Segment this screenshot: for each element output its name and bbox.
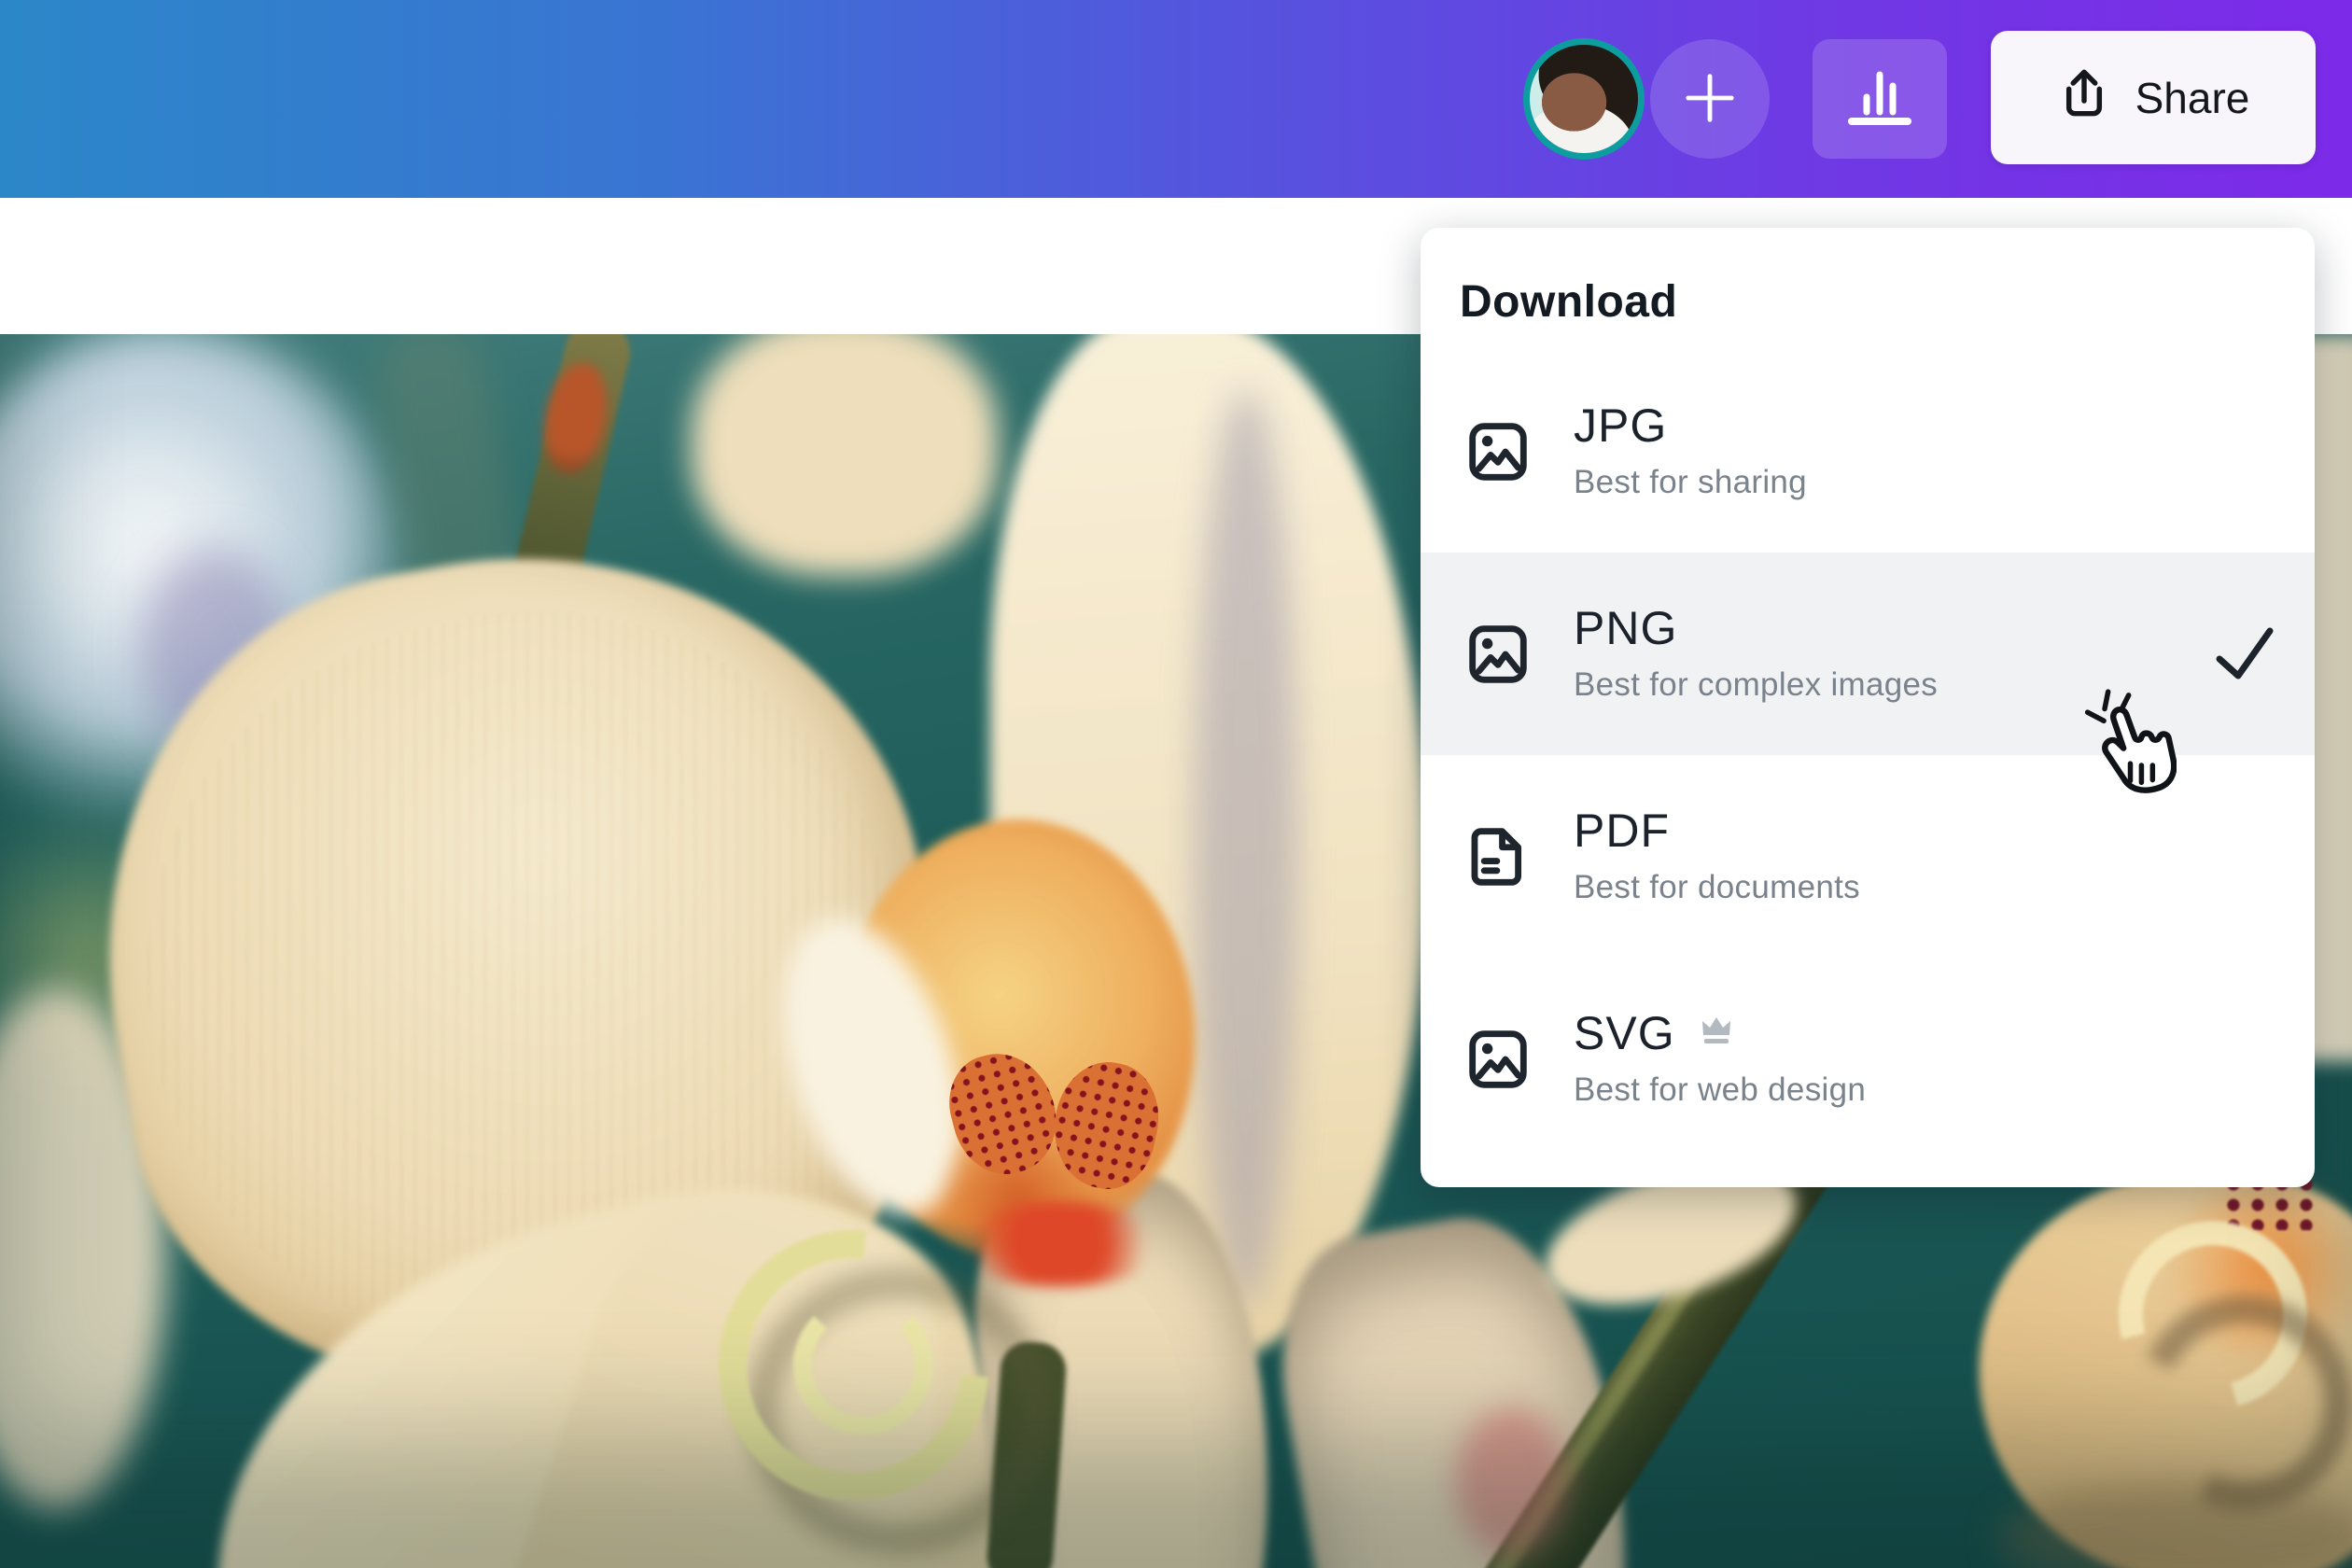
download-options: JPG Best for sharing PNG: [1421, 350, 2315, 1160]
photo-blob: [1259, 1197, 1672, 1568]
option-text: SVG Best for web design: [1574, 1009, 1866, 1109]
photo-blob: [0, 782, 205, 1137]
photo-blob: [959, 1161, 1298, 1568]
add-member-button[interactable]: [1650, 39, 1770, 159]
photo-blob: [537, 357, 615, 478]
photo-blob: [691, 334, 999, 577]
option-description: Best for sharing: [1574, 464, 1807, 501]
photo-blob: [0, 334, 411, 847]
photo-blob: [46, 493, 1001, 1463]
user-avatar[interactable]: [1523, 38, 1645, 160]
photo-blob: [938, 1042, 1069, 1185]
photo-blob: [91, 554, 953, 1401]
menu-option-png[interactable]: PNG Best for complex images: [1421, 553, 2315, 755]
option-text: JPG Best for sharing: [1574, 401, 1807, 501]
insights-button[interactable]: [1813, 39, 1947, 159]
option-text: PNG Best for complex images: [1574, 604, 1938, 704]
photo-blob: [2165, 1165, 2352, 1370]
option-description: Best for complex images: [1574, 666, 1938, 704]
menu-option-pdf[interactable]: PDF Best for documents: [1421, 755, 2315, 958]
photo-blob: [1456, 1407, 1568, 1557]
photo-blob: [1997, 1482, 2352, 1568]
menu-option-jpg[interactable]: JPG Best for sharing: [1421, 350, 2315, 553]
document-icon: [1467, 826, 1529, 888]
option-description: Best for web design: [1574, 1071, 1866, 1109]
option-format: PDF: [1574, 806, 1670, 856]
photo-blob: [366, 334, 529, 640]
hand-pointer-cursor: [2074, 684, 2177, 805]
share-button-label: Share: [2135, 73, 2250, 123]
share-button[interactable]: Share: [1991, 31, 2316, 164]
photo-blob: [9, 390, 289, 707]
checkmark-icon: [2210, 620, 2279, 693]
option-description: Best for documents: [1574, 869, 1860, 906]
canva-editor: Share: [0, 0, 2352, 1568]
photo-blob: [142, 1127, 1071, 1568]
photo-blob: [488, 1160, 987, 1568]
photo-blob: [989, 334, 1428, 1361]
photo-blob: [664, 1175, 1045, 1557]
photo-blob: [986, 1340, 1068, 1568]
image-icon: [1467, 421, 1529, 483]
crown-icon: [1700, 1015, 1733, 1051]
photo-blob: [1043, 1053, 1169, 1197]
photo-blob: [747, 1267, 1053, 1555]
plus-icon: [1681, 69, 1739, 130]
photo-blob: [840, 819, 1195, 1258]
photo-blob: [0, 987, 168, 1510]
option-format: PNG: [1574, 604, 1677, 653]
option-format: JPG: [1574, 401, 1667, 451]
download-menu-title: Download: [1460, 276, 1677, 328]
photo-blob: [474, 334, 637, 756]
top-bar: Share: [0, 0, 2352, 198]
photo-blob: [1385, 1141, 1785, 1568]
photo-blob: [140, 549, 289, 754]
image-icon: [1467, 1029, 1529, 1090]
photo-blob: [952, 1202, 1167, 1286]
option-format: SVG: [1574, 1009, 1675, 1058]
photo-blob: [2107, 1266, 2352, 1541]
image-icon: [1467, 623, 1529, 685]
download-menu: Download JPG Best for sharing: [1421, 228, 2315, 1187]
photo-blob: [1195, 390, 1297, 1305]
upload-icon: [2057, 65, 2111, 130]
menu-option-svg[interactable]: SVG Best for web design: [1421, 958, 2315, 1160]
photo-blob: [749, 896, 996, 1238]
photo-blob: [2084, 1186, 2342, 1444]
photo-blob: [924, 1127, 1111, 1267]
photo-blob: [1979, 1174, 2352, 1568]
option-text: PDF Best for documents: [1574, 806, 1860, 906]
bar-chart-icon: [1844, 67, 1915, 132]
photo-blob: [793, 1295, 933, 1435]
